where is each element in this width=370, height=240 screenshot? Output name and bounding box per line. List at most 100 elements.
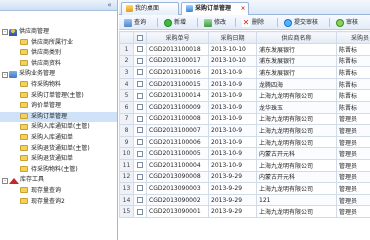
table-row[interactable]: 6 CGD2013100009 2013-10-9 龙华珠玉 陈晋标 [119,100,370,114]
folder-icon [20,123,28,130]
collapse-sidebar-icon[interactable]: « [105,1,114,10]
cell-supplier: 上海九龙明有限公司 [256,124,337,137]
delete-button[interactable]: ✕ 删除 [241,17,264,28]
cell-date: 2013-10-9 [208,112,257,126]
query-label: 查询 [134,19,147,26]
column-header-date[interactable]: 采购日期 [208,31,257,44]
column-header-buyer[interactable]: 采购员 [336,31,370,44]
table-row[interactable]: 8 CGD2013100007 2013-10-9 上海九龙明有限公司 管理员 [119,124,370,137]
collapse-toggle-icon[interactable]: - [2,71,8,78]
cell-date: 2013-10-9 [208,89,257,102]
tree-item-label: 现存量查询 [31,186,62,194]
folder-icon [20,91,28,98]
table-row[interactable]: 13 CGD2013090003 2013-9-29 上海九龙明有限公司 管理员 [119,182,370,195]
row-checkbox[interactable] [133,135,147,149]
tree-item[interactable]: 采购退货通知单(主管) [0,144,117,155]
submit-review-button[interactable]: 提交审核 [283,17,318,28]
edit-button[interactable]: 修改 [203,17,226,28]
collapse-toggle-icon[interactable]: - [2,177,8,184]
table-row[interactable]: 2 CGD2013100017 2013-10-10 浦东发展银行 陈晋标 [119,54,370,68]
table-row[interactable]: 10 CGD2013100005 2013-10-9 内蒙古开元科 管理员 [119,147,370,160]
tree-item[interactable]: 采购入库通知单(主管) [0,122,117,133]
cell-order-no: CGD2013090002 [146,193,209,207]
cell-buyer: 管理员 [336,158,370,172]
tree-item-label: 采购订单管理 [31,112,68,120]
row-checkbox[interactable] [133,100,147,114]
delete-label: 删除 [252,19,265,26]
row-checkbox[interactable] [133,112,147,126]
cell-supplier: 龙华珠玉 [256,100,337,114]
person-icon [9,28,17,36]
row-checkbox[interactable] [133,170,147,184]
tree-item[interactable]: 询价单管理 [0,101,117,112]
table-row[interactable]: 14 CGD2013090002 2013-9-29 121 管理员 [119,193,370,207]
column-header-supplier[interactable]: 供应商名称 [256,31,337,44]
folder-icon [20,81,28,88]
table-row[interactable]: 15 CGD2013090001 2013-9-29 上海九龙明有限公司 管理员 [119,205,370,218]
table-row[interactable]: 9 CGD2013100006 2013-10-9 上海九龙明有限公司 管理员 [119,135,370,149]
cell-buyer: 管理员 [336,147,370,160]
row-checkbox[interactable] [133,54,147,68]
table-row[interactable]: 12 CGD2013090008 2013-9-29 内蒙古开元科 管理员 [119,170,370,184]
cell-order-no: CGD2013090001 [146,205,209,218]
table-row[interactable]: 1 CGD2013100018 2013-10-10 浦东发展银行 陈晋标 [119,43,370,56]
tree-group[interactable]: - 库存工具 [0,175,117,186]
tree-group[interactable]: - 供应商管理 [0,27,117,38]
row-checkbox[interactable] [133,158,147,172]
tab-purchase-order[interactable]: 采购订单管理 × [181,2,249,16]
tree-item-label: 采购入库通知单(主管) [31,123,90,131]
grid-header-row: 采购单号 采购日期 供应商名称 采购员 [119,31,370,44]
row-checkbox[interactable] [133,147,147,160]
row-checkbox[interactable] [133,89,147,102]
row-checkbox[interactable] [133,124,147,137]
edit-icon [204,18,212,27]
row-checkbox[interactable] [133,182,147,195]
column-header-order-no[interactable]: 采购单号 [146,31,209,44]
cell-date: 2013-10-9 [208,66,257,79]
approve-button[interactable]: 审核 [335,17,358,28]
collapse-toggle-icon[interactable]: - [2,29,8,36]
row-checkbox[interactable] [133,66,147,79]
select-all-checkbox[interactable] [133,31,147,44]
table-row[interactable]: 3 CGD2013100016 2013-10-9 浦东发展银行 陈晋标 [119,66,370,79]
cell-order-no: CGD2013100017 [146,54,209,68]
tree-item[interactable]: 采购退货通知单 [0,154,117,165]
tree-item[interactable]: 采购订单管理 [0,111,117,123]
table-row[interactable]: 4 CGD2013100015 2013-10-9 龙腾四海 陈晋标 [119,77,370,91]
row-checkbox[interactable] [133,205,147,218]
table-row[interactable]: 7 CGD2013100008 2013-10-9 上海九龙明有限公司 管理员 [119,112,370,126]
row-number: 6 [119,100,134,114]
cell-buyer: 陈晋标 [336,100,370,114]
tree-item[interactable]: 供应商资料 [0,59,117,70]
tree-item[interactable]: 待采购物料 [0,80,117,91]
tree-group[interactable]: - 采购业务管理 [0,69,117,80]
edit-label: 修改 [214,19,227,26]
cell-date: 2013-9-29 [208,205,257,218]
submit-icon [284,18,292,27]
cell-buyer: 陈晋标 [336,54,370,68]
row-checkbox[interactable] [133,77,147,91]
cell-order-no: CGD2013100018 [146,43,209,56]
tree-item[interactable]: 现存量查询2 [0,197,117,208]
tree-item[interactable]: 采购订单管理(主管) [0,91,117,102]
tree-item[interactable]: 现存量查询 [0,186,117,197]
row-checkbox[interactable] [133,43,147,56]
tree-item-label: 待采购物料(主管) [31,165,78,173]
tree-item[interactable]: 采购入库通知单 [0,133,117,144]
row-checkbox[interactable] [133,193,147,207]
checkbox-box [137,104,143,111]
tree-item[interactable]: 供应商类别 [0,48,117,59]
add-button[interactable]: 新增 [163,17,186,28]
folder-icon [20,144,28,151]
tree-item[interactable]: 供应商所属行业 [0,38,117,49]
row-number: 10 [119,147,134,160]
close-icon[interactable]: × [240,6,246,12]
query-button[interactable]: 查询 [123,17,146,28]
row-number: 8 [119,124,134,137]
tree-item[interactable]: 待采购物料(主管) [0,165,117,176]
folder-icon [20,60,28,67]
home-icon [126,5,133,12]
tab-desktop[interactable]: 我的桌面 [121,2,179,15]
table-row[interactable]: 5 CGD2013100014 2013-10-9 上海九龙明有限公司 陈晋标 [119,89,370,102]
table-row[interactable]: 11 CGD2013100004 2013-10-9 上海九龙明有限公司 管理员 [119,158,370,172]
